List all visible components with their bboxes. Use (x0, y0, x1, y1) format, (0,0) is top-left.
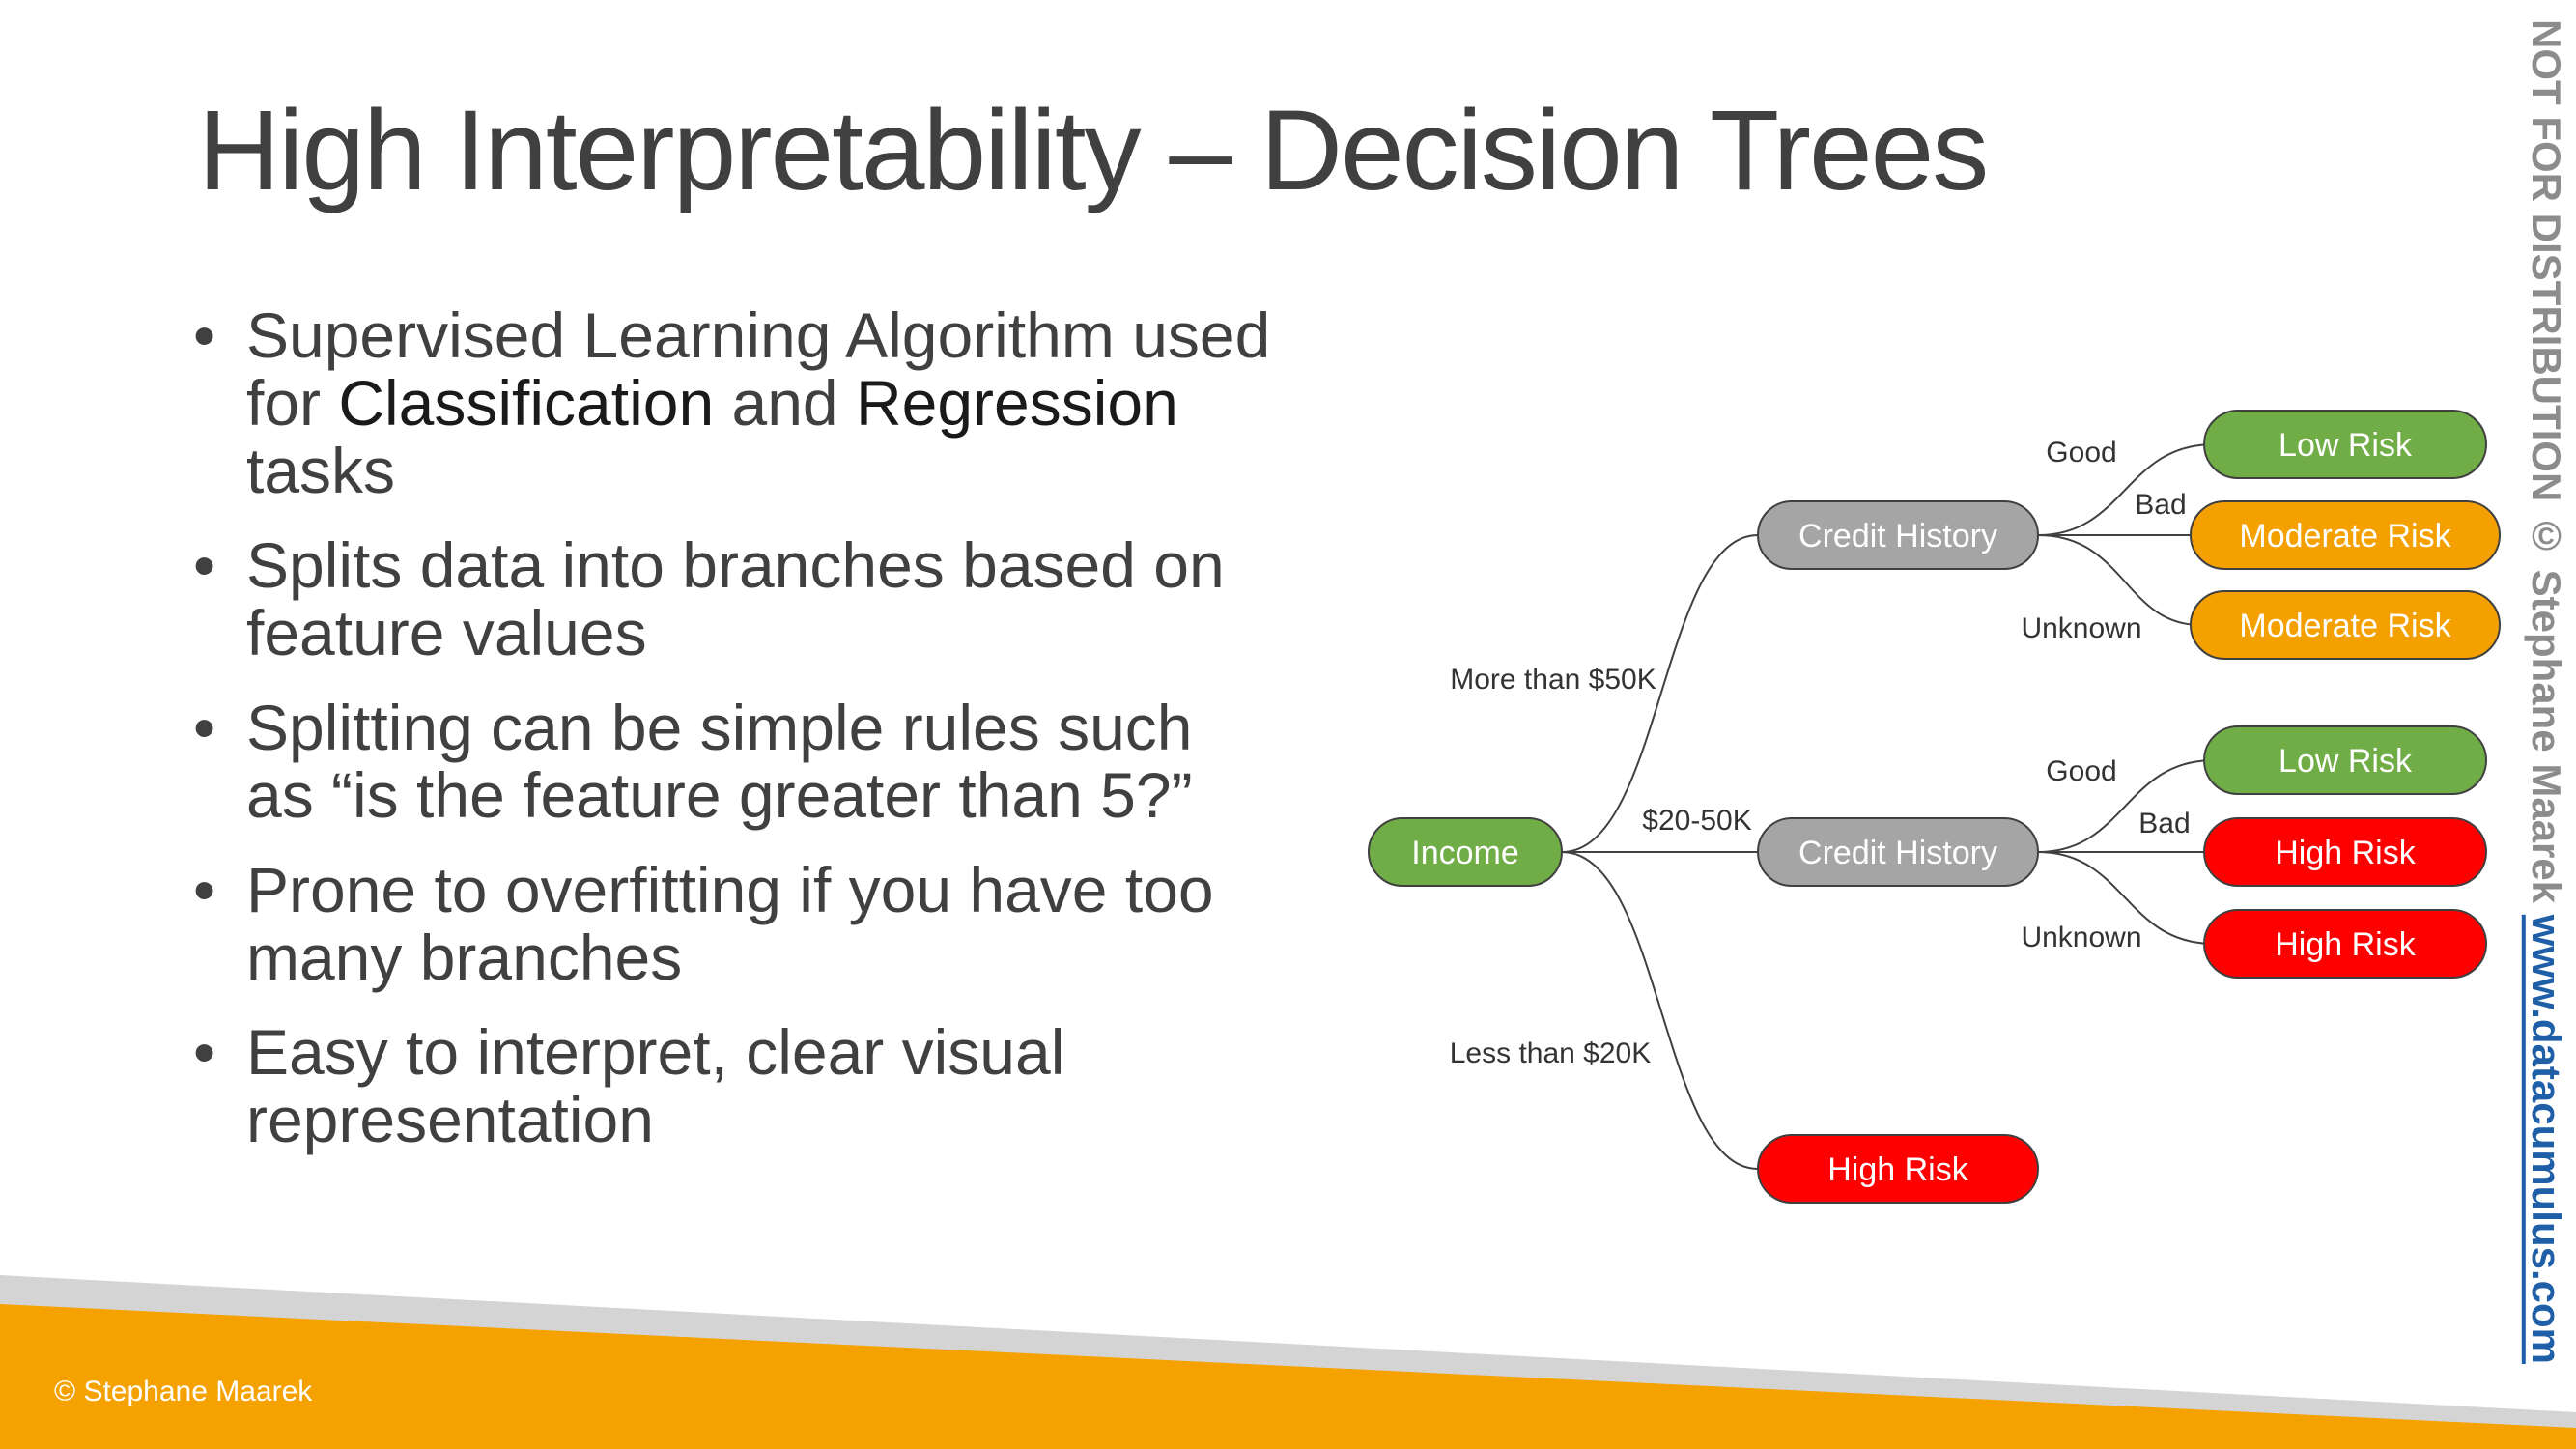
tree-nodes: Income Credit History Low Risk Moderate Ris… (1368, 410, 2501, 1204)
footer-orange-band (0, 1304, 2576, 1449)
node-low-risk-label: Low Risk (2279, 743, 2413, 780)
edge-label: More than $50K (1450, 664, 1656, 696)
edge-label: Unknown (2021, 612, 2141, 644)
watermark-site-link[interactable]: www.datacumulus.com (2524, 915, 2569, 1364)
node-moderate-risk: Moderate Risk (2190, 590, 2501, 660)
node-high-risk-label: High Risk (1827, 1151, 1968, 1188)
edge-label: $20-50K (1642, 805, 1751, 837)
edge-label: Bad (2135, 489, 2186, 521)
node-moderate-risk-label: Moderate Risk (2239, 518, 2451, 554)
watermark-text: NOT FOR DISTRIBUTION © Stephane Maarek (2524, 19, 2569, 904)
node-low-risk: Low Risk (2203, 725, 2487, 795)
edge-label: Good (2046, 437, 2116, 469)
edge-label: Unknown (2021, 922, 2141, 953)
watermark: NOT FOR DISTRIBUTION © Stephane Maarek w… (2524, 19, 2569, 1364)
decision-tree-diagram: More than $50K $20-50K Less than $20K Good B… (0, 410, 2576, 1449)
node-credit-history: Credit History (1757, 817, 2039, 887)
node-moderate-risk: Moderate Risk (2190, 500, 2501, 570)
node-high-risk: High Risk (1757, 1134, 2039, 1204)
edge-label: Less than $20K (1450, 1037, 1652, 1069)
node-high-risk: High Risk (2203, 817, 2487, 887)
node-high-risk: High Risk (2203, 909, 2487, 979)
node-credit-history-label: Credit History (1798, 518, 1997, 554)
node-income: Income (1368, 817, 1563, 887)
node-moderate-risk-label: Moderate Risk (2239, 608, 2451, 644)
node-high-risk-label: High Risk (2275, 835, 2416, 871)
node-high-risk-label: High Risk (2275, 926, 2416, 963)
node-low-risk-label: Low Risk (2279, 427, 2413, 464)
node-income-label: Income (1411, 835, 1519, 871)
edge-label: Bad (2138, 808, 2190, 839)
node-credit-history-label: Credit History (1798, 835, 1997, 871)
node-credit-history: Credit History (1757, 500, 2039, 570)
edge-label: Good (2046, 755, 2116, 787)
tree-edge (1561, 851, 1759, 1170)
node-low-risk: Low Risk (2203, 410, 2487, 479)
footer-copyright: © Stephane Maarek (54, 1376, 313, 1407)
